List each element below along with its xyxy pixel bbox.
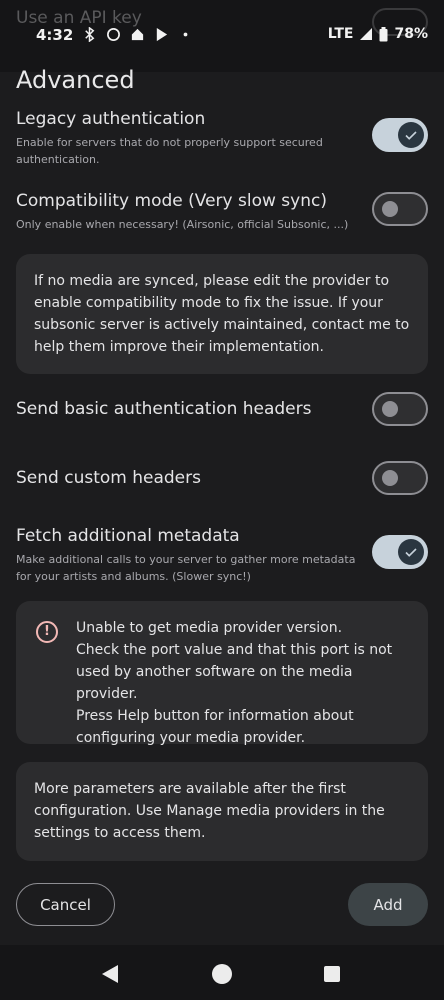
- setting-title: Send basic authentication headers: [16, 399, 312, 419]
- setting-subtitle: Enable for servers that do not properly …: [16, 136, 323, 166]
- more-dot-icon: [183, 32, 188, 37]
- battery-icon: [379, 26, 388, 41]
- toggle-knob: [398, 122, 424, 148]
- nav-back-icon[interactable]: [102, 965, 118, 983]
- legacy-auth-toggle[interactable]: [372, 118, 428, 152]
- play-icon: [156, 27, 168, 42]
- setting-custom-headers[interactable]: Send custom headers: [16, 461, 428, 495]
- fetch-metadata-toggle[interactable]: [372, 535, 428, 569]
- setting-title: Compatibility mode (Very slow sync): [16, 191, 327, 211]
- toggle-knob: [382, 201, 398, 217]
- compatibility-info-card: If no media are synced, please edit the …: [16, 254, 428, 374]
- custom-headers-toggle[interactable]: [372, 461, 428, 495]
- battery-level: 78%: [394, 26, 428, 42]
- setting-fetch-additional-metadata[interactable]: Fetch additional metadata Make additiona…: [16, 525, 428, 585]
- setting-legacy-authentication[interactable]: Legacy authentication Enable for servers…: [16, 108, 428, 168]
- setting-title: Send custom headers: [16, 468, 201, 488]
- section-title: Advanced: [16, 66, 135, 94]
- notification-icons: [82, 27, 193, 42]
- cancel-button[interactable]: Cancel: [16, 883, 115, 926]
- setting-title: Legacy authentication: [16, 109, 206, 129]
- more-parameters-card: More parameters are available after the …: [16, 762, 428, 861]
- basic-auth-headers-toggle[interactable]: [372, 392, 428, 426]
- setting-compatibility-mode[interactable]: Compatibility mode (Very slow sync) Only…: [16, 190, 428, 235]
- home-app-icon: [131, 28, 144, 41]
- toggle-knob: [398, 539, 424, 565]
- error-outline-icon: !: [36, 621, 58, 643]
- network-type: LTE: [327, 26, 354, 42]
- setting-basic-auth-headers[interactable]: Send basic authentication headers: [16, 392, 428, 426]
- signal-icon: [360, 28, 373, 40]
- api-key-setting-peek: Use an API key: [16, 8, 142, 28]
- error-card: ! Unable to get media provider version. …: [16, 601, 428, 746]
- error-text: Unable to get media provider version. Ch…: [76, 620, 393, 746]
- setting-subtitle: Only enable when necessary! (Airsonic, o…: [16, 218, 349, 231]
- circle-icon: [107, 28, 120, 41]
- card-text: More parameters are available after the …: [34, 781, 385, 841]
- check-icon: [405, 131, 417, 140]
- toggle-knob: [382, 401, 398, 417]
- status-right: LTE 78%: [328, 26, 428, 42]
- nav-recents-icon[interactable]: [324, 966, 340, 982]
- status-time: 4:32: [36, 26, 74, 44]
- setting-subtitle: Make additional calls to your server to …: [16, 553, 356, 583]
- nav-home-icon[interactable]: [212, 964, 232, 984]
- navigation-bar: [0, 945, 444, 1000]
- toggle-knob: [382, 470, 398, 486]
- card-text: If no media are synced, please edit the …: [34, 273, 410, 355]
- setting-title: Fetch additional metadata: [16, 526, 240, 546]
- compatibility-mode-toggle[interactable]: [372, 192, 428, 226]
- status-bar: Use an API key 4:32 LTE 78%: [0, 0, 444, 72]
- bluetooth-icon: [85, 27, 95, 42]
- add-button[interactable]: Add: [348, 883, 428, 926]
- check-icon: [405, 548, 417, 557]
